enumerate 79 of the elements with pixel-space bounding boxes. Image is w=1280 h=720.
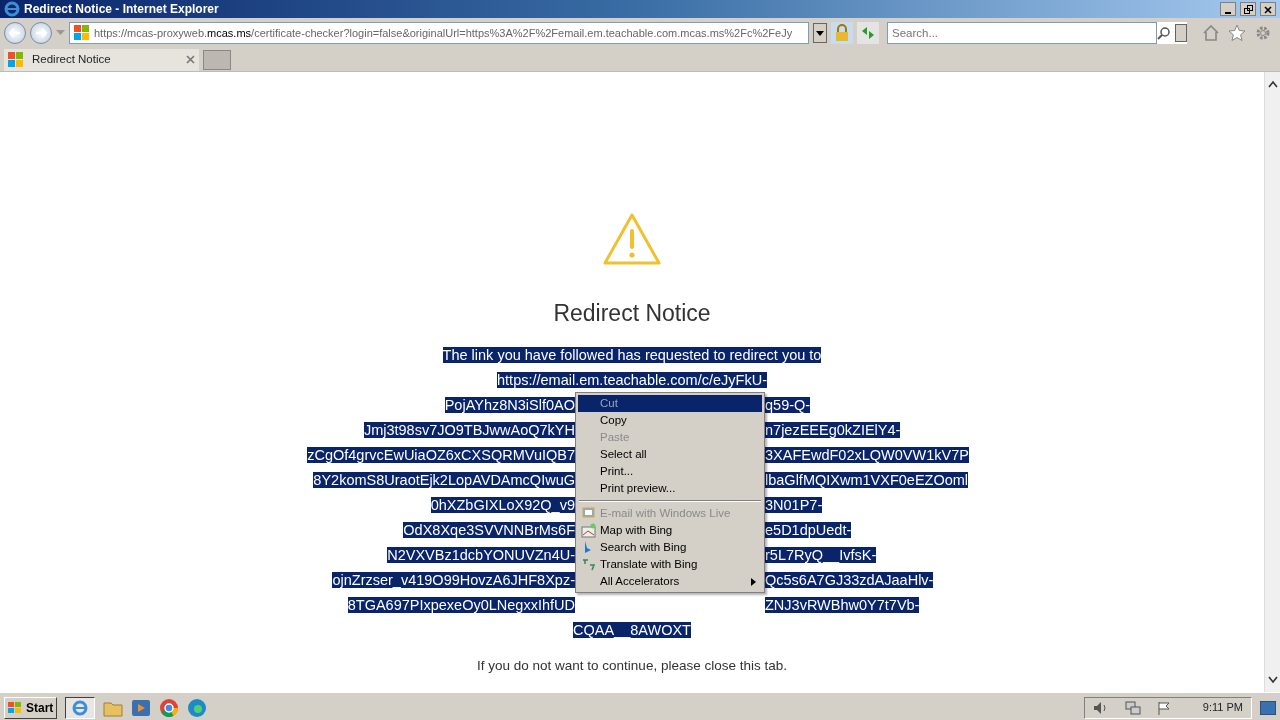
site-icon — [8, 51, 24, 68]
map-icon — [581, 522, 596, 538]
search-field[interactable]: Search... — [887, 22, 1157, 44]
selected-text: ojnZrzser_v419O99HovzA6JHF8Xpz- — [332, 571, 575, 588]
clock[interactable]: 9:11 PM — [1202, 699, 1243, 716]
network-icon[interactable] — [1124, 700, 1141, 715]
selected-text: e5D1dpUedt- — [765, 521, 852, 538]
back-button[interactable] — [4, 22, 26, 44]
menu-item[interactable]: Print preview... — [578, 479, 762, 497]
selected-text: The link you have followed has requested to redirect you to — [442, 346, 822, 363]
scroll-up-icon[interactable] — [1267, 80, 1278, 88]
forward-arrow-icon — [35, 28, 47, 38]
back-arrow-icon — [9, 28, 21, 38]
browser-icon — [4, 1, 20, 17]
warning-icon — [602, 212, 662, 266]
menu-item[interactable]: Select all — [578, 445, 762, 463]
close-button[interactable] — [1260, 2, 1276, 16]
restore-button[interactable] — [1240, 2, 1256, 16]
selected-text: 3XAFEwdF02xLQW0VW1kV7P — [765, 446, 969, 463]
scrollbar[interactable] — [1264, 72, 1280, 692]
site-icon — [74, 25, 90, 41]
selected-text: 0hXZbGIXLoX92Q_v9 — [430, 496, 575, 513]
show-desktop-icon[interactable] — [1260, 700, 1276, 715]
dropdown-icon[interactable] — [56, 30, 65, 36]
menu-item[interactable]: Print... — [578, 462, 762, 480]
caret-icon — [816, 30, 824, 36]
selected-text: 8TGA697PIxpexeOy0LNegxxIhfUD — [347, 596, 575, 613]
selected-text: OdX8Xqe3SVVNNBrMs6F — [403, 521, 575, 538]
start-logo-icon — [8, 701, 22, 714]
browser-tab[interactable]: Redirect Notice — [4, 48, 199, 71]
edge-icon[interactable] — [187, 697, 208, 718]
selected-text: 8Y2komS8UraotEjk2LopAVDAmcQIwuG — [313, 471, 575, 488]
search-dropdown-button[interactable] — [1175, 24, 1187, 42]
close-icon — [1264, 5, 1272, 14]
selected-text: r5L7RyQ__IvfsK- — [765, 546, 877, 563]
menu-item[interactable]: Copy — [578, 411, 762, 429]
selected-text: CQAA__8AWOXT — [573, 621, 691, 638]
selected-text: zCgOf4grvcEwUiaOZ6xCXSQRMVuIQB7 — [307, 446, 575, 463]
settings-icon[interactable] — [1254, 24, 1272, 42]
notice-text: If you do not want to continue, please close this tab. — [477, 657, 787, 673]
selected-text: N2VXVBz1dcbYONUVZn4U- — [387, 546, 575, 563]
tab-label: Redirect Notice — [32, 51, 112, 67]
media-player-icon[interactable] — [131, 698, 152, 717]
flag-icon[interactable] — [1156, 700, 1171, 715]
minimize-button[interactable] — [1220, 2, 1236, 16]
selected-text: ZNJ3vRWBhw0Y7t7Vb- — [765, 596, 920, 613]
forward-button[interactable] — [30, 22, 52, 44]
selected-text: q59-Q- — [765, 396, 811, 413]
new-tab-button[interactable] — [203, 49, 231, 70]
menu-item[interactable]: Translate with Bing — [578, 555, 762, 573]
menu-item[interactable]: Search with Bing — [578, 538, 762, 556]
selected-text: Qc5s6A7GJ33zdAJaaHlv- — [765, 571, 934, 588]
start-button[interactable]: Start — [4, 696, 58, 719]
selected-text: lbaGlfMQIXwm1VXF0eEZOoml — [765, 471, 969, 488]
star-icon[interactable] — [1228, 24, 1246, 42]
taskbar-browser-icon[interactable] — [65, 696, 96, 719]
selected-text: PojAYhz8N3iSlf0AO — [444, 396, 575, 413]
minimize-icon — [1225, 11, 1231, 14]
window-title: Redirect Notice - Internet Explorer — [24, 1, 219, 18]
menu-item[interactable]: All Accelerators — [578, 572, 762, 590]
selected-text: 3N01P7- — [765, 496, 823, 513]
menu-item[interactable]: Map with Bing — [578, 521, 762, 539]
translate-icon — [581, 556, 596, 572]
home-icon[interactable] — [1202, 24, 1220, 42]
selected-text: Jmj3t98sv7JO9TBJwwAoQ7kYH — [363, 421, 575, 438]
address-field[interactable]: https://mcas-proxyweb.mcas.ms/certificate-checker?login=false&originalUrl=https%3A%2F%2Femail.em.teachable.com.mcas.ms%2Fc%2FeJy — [69, 22, 809, 44]
speaker-icon[interactable] — [1092, 700, 1109, 715]
dropdown-button[interactable] — [813, 23, 827, 43]
selected-text: n7jezEEEg0kZIElY4- — [765, 421, 901, 438]
chrome-icon[interactable] — [159, 697, 180, 718]
close-tab-icon[interactable] — [186, 55, 195, 64]
restore-icon — [1243, 5, 1253, 15]
url-text: https://mcas-proxyweb.mcas.ms/certificate-checker?login=false&originalUrl=https%3A%2F%2Femail.em.teachable.com.mcas.ms%2Fc%2FeJy — [94, 25, 793, 41]
scroll-down-icon[interactable] — [1267, 676, 1278, 684]
refresh-icon[interactable] — [857, 22, 879, 44]
mail-icon — [581, 505, 596, 521]
selected-text: https://email.em.teachable.com/c/eJyFkU- — [497, 371, 767, 388]
search-icon[interactable] — [1157, 26, 1171, 40]
page-heading: Redirect Notice — [553, 299, 711, 328]
